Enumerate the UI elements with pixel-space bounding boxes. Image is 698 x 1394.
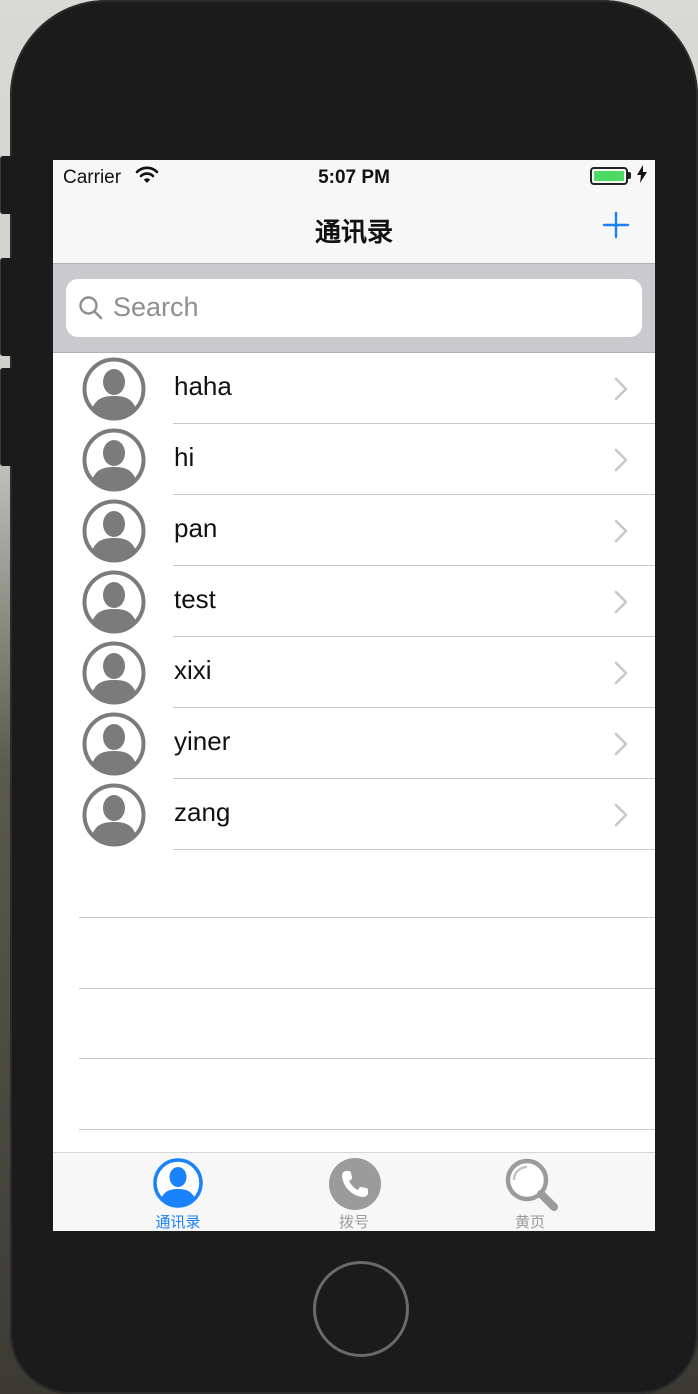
tab-dialer[interactable]: 拨号 [254, 1153, 454, 1231]
tab-bar: 通讯录 拨号 黄页 [53, 1152, 655, 1231]
contact-row[interactable]: haha [53, 353, 655, 424]
contact-name: zang [174, 797, 231, 827]
mute-switch [0, 156, 12, 214]
contact-name: haha [174, 371, 232, 401]
avatar-icon [82, 428, 146, 492]
empty-row-separator [79, 1058, 655, 1059]
contact-name: pan [174, 513, 218, 543]
battery-tip [628, 172, 631, 179]
avatar-icon [82, 357, 146, 421]
add-contact-button[interactable] [601, 210, 631, 240]
avatar-icon [82, 641, 146, 705]
avatar-icon [82, 570, 146, 634]
search-placeholder: Search [113, 292, 199, 322]
chevron-right-icon [614, 661, 628, 690]
contact-row[interactable]: hi [53, 424, 655, 495]
chevron-right-icon [614, 590, 628, 619]
status-bar: Carrier 5:07 PM [53, 160, 655, 194]
chevron-right-icon [614, 448, 628, 477]
tab-contacts[interactable]: 通讯录 [78, 1153, 278, 1231]
contact-list: haha hi pan test xixi yiner zang [53, 353, 655, 850]
search-bar: Search [53, 264, 655, 353]
volume-up-button [0, 258, 12, 356]
chevron-right-icon [614, 519, 628, 548]
page-title: 通讯录 [314, 217, 393, 247]
screen: Carrier 5:07 PM 通讯录 Search haha hi pan t… [53, 160, 655, 1231]
contact-name: hi [174, 442, 195, 472]
charging-bolt-icon [637, 165, 647, 187]
chevron-right-icon [614, 377, 628, 406]
chevron-right-icon [614, 732, 628, 761]
tab-yellow-pages[interactable]: 黄页 [430, 1153, 630, 1231]
contact-name: xixi [174, 655, 212, 685]
empty-row-separator [79, 1129, 655, 1130]
empty-row-separator [79, 988, 655, 989]
contact-row[interactable]: test [53, 566, 655, 637]
tab-label: 通讯录 [155, 1214, 201, 1231]
row-separator [173, 849, 655, 850]
volume-down-button [0, 368, 12, 466]
empty-row-separator [79, 917, 655, 918]
tab-label: 黄页 [514, 1214, 545, 1231]
avatar-icon [82, 712, 146, 776]
chevron-right-icon [614, 803, 628, 832]
home-button[interactable] [313, 1261, 409, 1357]
contact-row[interactable]: xixi [53, 637, 655, 708]
tab-label: 拨号 [338, 1214, 369, 1231]
contact-row[interactable]: zang [53, 779, 655, 850]
contact-row[interactable]: yiner [53, 708, 655, 779]
status-time: 5:07 PM [318, 167, 390, 188]
search-input[interactable]: Search [66, 279, 642, 337]
phone-icon [328, 1157, 382, 1216]
avatar-icon [82, 783, 146, 847]
search-icon [78, 295, 104, 326]
person-circle-icon [152, 1157, 204, 1214]
plus-icon [602, 211, 630, 239]
contact-row[interactable]: pan [53, 495, 655, 566]
contact-name: test [174, 584, 216, 614]
contact-name: yiner [174, 726, 231, 756]
avatar-icon [82, 499, 146, 563]
battery-icon [590, 167, 628, 185]
navigation-bar: 通讯录 [53, 194, 655, 264]
magnifier-icon [504, 1157, 560, 1218]
